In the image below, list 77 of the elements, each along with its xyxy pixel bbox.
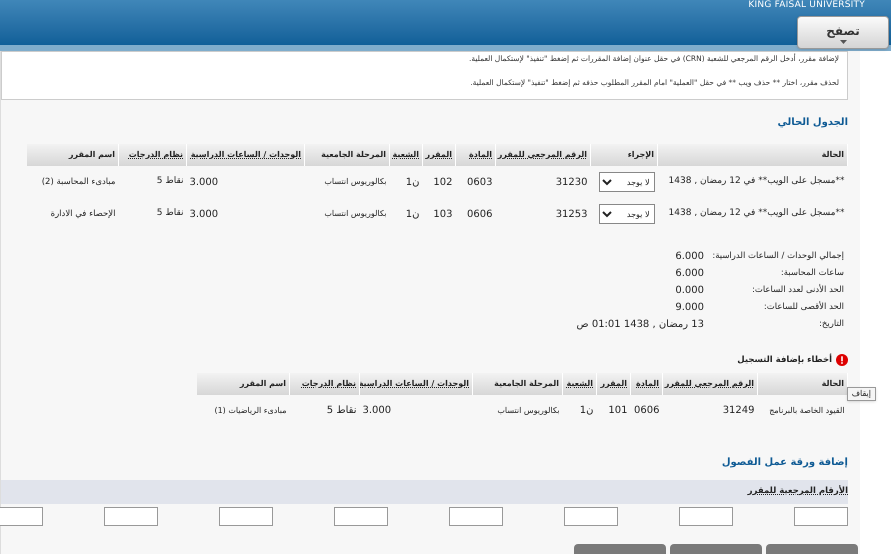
table-cell: نقاط 5 xyxy=(118,166,186,198)
table-cell: بكالوريوس انتساب xyxy=(472,394,562,427)
table-cell: 31230 xyxy=(496,166,590,198)
column-header[interactable]: نظام الدرجات xyxy=(118,144,186,166)
column-header[interactable]: الشعبة xyxy=(390,144,422,166)
summary-label: التاريخ: xyxy=(818,318,844,330)
table-cell: 0603 xyxy=(456,166,496,198)
column-header[interactable]: الرقم المرجعي للمقرر xyxy=(662,372,758,395)
error-icon xyxy=(836,354,848,366)
tooltip: إيقاف xyxy=(846,386,876,401)
table-cell: ن1 xyxy=(390,166,422,198)
column-header[interactable]: الوحدات / الساعات الدراسية xyxy=(360,372,472,395)
input-field[interactable] xyxy=(219,506,273,526)
action-dropdown[interactable]: لا يوجد xyxy=(598,172,654,192)
table-cell: القيود الخاصة بالبرنامج xyxy=(758,394,848,427)
button[interactable] xyxy=(766,544,858,554)
summary-value: 6.000 xyxy=(675,266,704,280)
table-cell-text: ن1 xyxy=(404,208,420,222)
button[interactable] xyxy=(670,544,762,554)
table-cell: 3.000 xyxy=(360,394,472,427)
input-field[interactable] xyxy=(679,506,733,526)
table-cell: 101 xyxy=(596,394,630,427)
column-header: الحالة xyxy=(658,144,848,166)
summary-value: 9.000 xyxy=(675,300,704,314)
column-header: الإجراء xyxy=(590,144,658,166)
table-cell-text: 0606 xyxy=(466,208,494,222)
column-header[interactable]: الشعبة xyxy=(562,372,596,395)
table-cell-text: **مسجل على الويب** في 12 رمضان , 1438 xyxy=(668,207,846,220)
table-cell: مبادىء الرياضيات (1) xyxy=(196,394,290,427)
input-field[interactable] xyxy=(104,506,158,526)
summary-value: 13 رمضان , 1438 01:01 ص xyxy=(576,318,704,332)
summary-label: ساعات المحاسبة: xyxy=(780,266,844,280)
input-field[interactable] xyxy=(334,506,388,526)
field-label: الأرقام المرجعية للمقرر xyxy=(748,485,848,498)
input-field[interactable] xyxy=(794,506,848,526)
summary-value: 0.000 xyxy=(675,284,704,298)
section-title: إضافة ورقة عمل الفصول xyxy=(722,456,848,470)
table-cell: نقاط 5 xyxy=(290,394,360,427)
table-cell-text: نقاط 5 xyxy=(156,207,184,220)
input-field[interactable] xyxy=(0,506,43,526)
column-header: اسم المقرر xyxy=(26,144,118,166)
input-field[interactable] xyxy=(449,506,503,526)
column-header: اسم المقرر xyxy=(196,372,290,395)
column-header[interactable]: المقرر xyxy=(422,144,456,166)
table-cell: بكالوريوس انتساب xyxy=(304,166,390,198)
table-cell-text: 103 xyxy=(432,208,454,222)
action-dropdown[interactable]: لا يوجد xyxy=(598,204,654,224)
table-cell: 3.000 xyxy=(186,166,304,198)
table-cell-text: 31253 xyxy=(554,208,588,222)
column-header[interactable]: المقرر xyxy=(596,372,630,395)
summary-label: الحد الأقصى للساعات: xyxy=(762,300,844,314)
table-cell: مبادىء المحاسبة (2) xyxy=(26,166,118,198)
summary-label: الحد الأدنى لعدد الساعات: xyxy=(750,284,844,296)
browse-button[interactable]: تصفح xyxy=(797,16,889,49)
column-header[interactable]: المادة xyxy=(456,144,496,166)
error-title: أخطاء بإضافة التسجيل xyxy=(737,354,832,367)
table-cell: 102 xyxy=(422,166,456,198)
table-cell: ن1 xyxy=(562,394,596,427)
table-cell: **مسجل على الويب** في 12 رمضان , 1438 xyxy=(658,166,848,198)
section-title: الجدول الحالي xyxy=(777,116,848,130)
input-field[interactable] xyxy=(564,506,618,526)
table-cell-text: بكالوريوس انتساب xyxy=(323,208,388,220)
column-header[interactable]: الوحدات / الساعات الدراسية xyxy=(186,144,304,166)
column-header[interactable]: المادة xyxy=(630,372,662,395)
table-cell-text: الإحصاء في الادارة xyxy=(50,208,116,221)
table-cell-text: 3.000 xyxy=(188,208,220,222)
table-cell: 0606 xyxy=(630,394,662,427)
summary-label: إجمالي الوحدات / الساعات الدراسية: xyxy=(711,250,844,262)
table-cell: 31249 xyxy=(662,394,758,427)
column-header: المرحلة الجامعية xyxy=(304,144,390,166)
button[interactable] xyxy=(574,544,666,554)
column-header: الحالة xyxy=(758,372,848,395)
column-header: المرحلة الجامعية xyxy=(472,372,562,395)
column-header[interactable]: نظام الدرجات xyxy=(290,372,360,395)
university-name: KING FAISAL UNIVERSITY xyxy=(748,0,865,10)
column-header[interactable]: الرقم المرجعي للمقرر xyxy=(496,144,590,166)
summary-value: 6.000 xyxy=(675,250,704,264)
